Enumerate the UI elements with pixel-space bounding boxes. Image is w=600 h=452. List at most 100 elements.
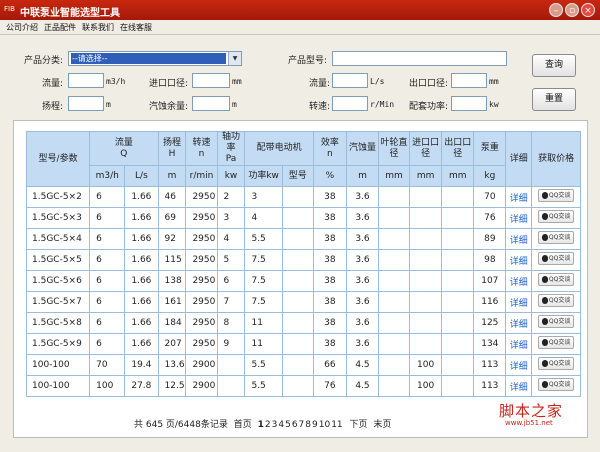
qq-chat-button[interactable]: QQ交谈 <box>538 189 575 202</box>
pager-page-4[interactable]: 4 <box>278 420 284 430</box>
cell-efficiency: 76 <box>312 375 347 397</box>
cell-motor-power: 7.5 <box>244 291 283 313</box>
qq-chat-button[interactable]: QQ交谈 <box>538 378 575 391</box>
cell-speed: 2950 <box>185 333 218 355</box>
pager-page-9[interactable]: 9 <box>312 420 318 430</box>
cell-outlet <box>441 291 475 313</box>
power-input[interactable] <box>451 96 487 111</box>
inlet-unit: mm <box>232 77 242 86</box>
cell-price: QQ交谈 <box>531 207 581 229</box>
qq-chat-button[interactable]: QQ交谈 <box>538 252 575 265</box>
cell-inlet <box>409 312 443 334</box>
qq-chat-label: QQ交谈 <box>548 360 571 367</box>
flow-label: 流量: <box>42 79 64 89</box>
menu-item-company[interactable]: 公司介绍 <box>6 22 38 33</box>
cell-motor-power: 3 <box>244 186 283 208</box>
cell-inlet <box>409 228 443 250</box>
pager-last[interactable]: 末页 <box>373 420 391 430</box>
minimize-button[interactable]: – <box>549 3 563 17</box>
head-input[interactable] <box>68 96 104 111</box>
pager-page-10[interactable]: 10 <box>319 420 330 430</box>
menu-item-parts[interactable]: 正品配件 <box>44 22 76 33</box>
flow-ls-input[interactable] <box>332 73 368 88</box>
cell-head: 92 <box>157 228 187 250</box>
cell-flow-m3h: 6 <box>89 312 126 334</box>
category-select[interactable]: --请选择-- ▼ <box>68 51 242 66</box>
results-table: 型号/参数 流量 Q 扬程 H 转速 n 轴功率 Pa 配带电动机 效率 n 汽蚀量 叶轮… <box>25 131 581 397</box>
qq-chat-button[interactable]: QQ交谈 <box>538 336 575 349</box>
pager-first[interactable]: 首页 <box>234 420 252 430</box>
cell-model: 1.5GC-5×9 <box>25 333 91 355</box>
qq-chat-button[interactable]: QQ交谈 <box>538 231 575 244</box>
detail-link[interactable]: 详细 <box>510 236 528 246</box>
flow-m3h-input[interactable] <box>68 73 104 88</box>
qq-chat-button[interactable]: QQ交谈 <box>538 357 575 370</box>
qq-chat-button[interactable]: QQ交谈 <box>538 210 575 223</box>
cell-model: 1.5GC-5×2 <box>25 186 91 208</box>
qq-chat-label: QQ交谈 <box>548 255 571 262</box>
cell-motor-model <box>281 270 314 292</box>
cell-price: QQ交谈 <box>531 312 581 334</box>
pager-page-7[interactable]: 7 <box>299 420 305 430</box>
maximize-button[interactable]: ▫ <box>565 3 579 17</box>
cell-npsh: 4.5 <box>345 375 380 397</box>
inlet-input[interactable] <box>192 73 230 88</box>
pager-page-8[interactable]: 8 <box>305 420 311 430</box>
cell-outlet <box>441 228 475 250</box>
detail-link[interactable]: 详细 <box>510 257 528 267</box>
cell-speed: 2950 <box>185 207 218 229</box>
header-detail: 详细 <box>505 131 533 187</box>
close-button[interactable]: × <box>581 3 595 17</box>
detail-link[interactable]: 详细 <box>510 278 528 288</box>
pager-page-2[interactable]: 2 <box>265 420 271 430</box>
cell-model: 1.5GC-5×3 <box>25 207 91 229</box>
cell-shaft-power: 2 <box>216 186 246 208</box>
detail-link[interactable]: 详细 <box>510 320 528 330</box>
cell-motor-model <box>281 186 314 208</box>
results-panel: 型号/参数 流量 Q 扬程 H 转速 n 轴功率 Pa 配带电动机 效率 n 汽蚀量 叶轮… <box>13 120 588 438</box>
cell-speed: 2950 <box>185 249 218 271</box>
npsh-input[interactable] <box>192 96 230 111</box>
cell-efficiency: 38 <box>312 207 347 229</box>
menu-item-contact[interactable]: 联系我们 <box>82 22 114 33</box>
detail-link[interactable]: 详细 <box>510 215 528 225</box>
detail-link[interactable]: 详细 <box>510 341 528 351</box>
cell-weight: 113 <box>473 375 507 397</box>
cell-model: 1.5GC-5×7 <box>25 291 91 313</box>
unit-motor-power: 功率kw <box>244 165 283 187</box>
pager-page-5[interactable]: 5 <box>285 420 291 430</box>
pager-page-11[interactable]: 11 <box>331 420 342 430</box>
qq-penguin-icon <box>541 381 548 388</box>
cell-efficiency: 38 <box>312 312 347 334</box>
cell-motor-power: 7.5 <box>244 249 283 271</box>
outlet-input[interactable] <box>451 73 487 88</box>
cell-npsh: 3.6 <box>345 333 380 355</box>
qq-chat-button[interactable]: QQ交谈 <box>538 294 575 307</box>
cell-speed: 2950 <box>185 228 218 250</box>
watermark-text: 脚本之家 <box>499 402 564 420</box>
pager-page-3[interactable]: 3 <box>272 420 278 430</box>
detail-link[interactable]: 详细 <box>510 362 528 372</box>
detail-link[interactable]: 详细 <box>510 194 528 204</box>
model-input[interactable] <box>332 51 507 66</box>
qq-penguin-icon <box>541 339 548 346</box>
cell-impeller <box>378 291 411 313</box>
cell-detail: 详细 <box>505 270 533 292</box>
header-motor: 配带电动机 <box>244 131 314 166</box>
menu-item-service[interactable]: 在线客服 <box>120 22 152 33</box>
query-button[interactable]: 查询 <box>532 54 576 77</box>
speed-input[interactable] <box>332 96 368 111</box>
qq-chat-button[interactable]: QQ交谈 <box>538 273 575 286</box>
cell-motor-model <box>281 333 314 355</box>
chevron-down-icon[interactable]: ▼ <box>228 52 241 65</box>
reset-button[interactable]: 重置 <box>532 88 576 111</box>
qq-chat-button[interactable]: QQ交谈 <box>538 315 575 328</box>
cell-speed: 2900 <box>185 375 218 397</box>
header-npsh: 汽蚀量 <box>345 131 380 166</box>
pager-page-1[interactable]: 1 <box>258 420 264 430</box>
pager-next[interactable]: 下页 <box>350 420 368 430</box>
cell-npsh: 3.6 <box>345 207 380 229</box>
detail-link[interactable]: 详细 <box>510 299 528 309</box>
pager-page-6[interactable]: 6 <box>292 420 298 430</box>
detail-link[interactable]: 详细 <box>510 383 528 393</box>
